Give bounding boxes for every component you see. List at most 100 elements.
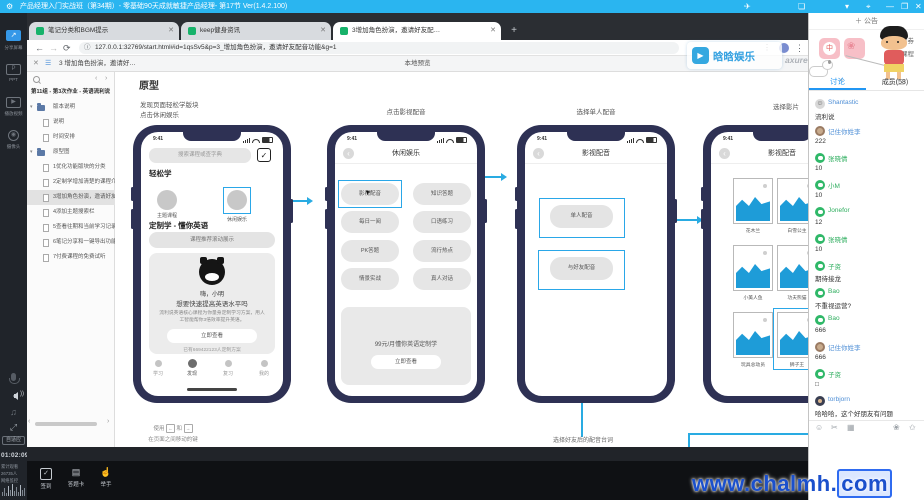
friend-dubbing-button[interactable]: 与好友配音 xyxy=(550,257,613,280)
browser-menu-icon[interactable]: ⋮ xyxy=(795,40,804,56)
tree-folder-version[interactable]: ▾ 版本说明 xyxy=(27,100,115,115)
raise-hand-button[interactable]: ☝ 举手 xyxy=(93,466,119,488)
page-icon xyxy=(43,119,49,127)
checkin-icon: ✓ xyxy=(40,468,52,480)
axure-logo: axure xyxy=(785,55,808,65)
new-tab-button[interactable]: + xyxy=(507,24,521,38)
microphone-icon[interactable] xyxy=(11,373,16,381)
search-bar[interactable]: 搜索课程或查字典 xyxy=(149,148,251,163)
tree-page-shuoming[interactable]: 说明 xyxy=(27,115,115,130)
tab-members[interactable]: 成员(58) xyxy=(866,77,924,87)
forward-icon[interactable]: → xyxy=(49,40,58,56)
step3-caption: 选择单人配音 xyxy=(536,108,656,118)
browser-tab-3-active[interactable]: 3增加角色扮演，邀请好友配… ✕ xyxy=(333,22,501,40)
grid-speaking[interactable]: 口语练习 xyxy=(413,211,471,233)
play-video-button[interactable]: ▶ 播放视频 xyxy=(0,90,27,117)
share-icon[interactable]: ❏ xyxy=(798,0,805,13)
promo-view-button[interactable]: 立即查看 xyxy=(371,355,441,369)
close-icon[interactable]: ✕ xyxy=(915,0,922,13)
grid-daily-read[interactable]: 每日一阅 xyxy=(341,211,399,233)
reload-icon[interactable]: ⟳ xyxy=(63,40,71,56)
chat-message: torbjorn哈哈哈，这个好朋友有问题 xyxy=(809,395,924,422)
tab-learn[interactable]: 学习 xyxy=(145,360,171,377)
tree-page-6[interactable]: 6笔记分享和一键导出功能 xyxy=(27,235,115,250)
tab-close-icon[interactable]: ✕ xyxy=(320,22,326,40)
image-icon[interactable]: ▦ xyxy=(847,423,855,432)
tab-discussion[interactable]: 讨论 xyxy=(809,76,866,87)
fit-mode-badge[interactable]: 自适应 xyxy=(2,436,25,445)
session-timer: 01:02:09 xyxy=(1,452,29,459)
dropdown-icon[interactable]: ▾ xyxy=(845,0,849,13)
tree-folder-prototype[interactable]: ▾ 原型图 xyxy=(27,145,115,160)
minimize-icon[interactable]: — xyxy=(886,0,894,13)
reward-icon[interactable]: ❀ xyxy=(893,423,900,432)
expand-icon[interactable]: ⤢ xyxy=(0,422,27,432)
browser-tab-1[interactable]: 笔记分类和BGM提示 ✕ xyxy=(29,22,179,40)
collapse-left-icon[interactable]: ‹ xyxy=(95,75,97,82)
share-screen-button[interactable]: ↗ 分享屏幕 xyxy=(0,24,27,51)
collapse-right-icon[interactable]: › xyxy=(105,75,107,82)
ppt-button[interactable]: P PPT xyxy=(0,57,27,83)
movie-card-mermaid[interactable] xyxy=(733,245,773,291)
page-icon xyxy=(43,134,49,142)
calendar-check-icon[interactable]: ✓ xyxy=(257,148,271,162)
tree-page-4[interactable]: 4添加主题搜索栏 xyxy=(27,205,115,220)
hscrollbar-thumb[interactable] xyxy=(35,422,97,426)
tab-discover-active[interactable]: 发现 xyxy=(179,359,205,377)
tab-favicon xyxy=(36,27,44,35)
hscroll-right-icon[interactable]: › xyxy=(107,418,109,425)
movie-card-mulan[interactable] xyxy=(733,178,773,224)
tree-page-3-selected[interactable]: 3增加角色扮演，邀请好友… xyxy=(27,190,115,205)
send-plane-icon[interactable]: ✈ xyxy=(744,0,751,13)
avatar xyxy=(815,126,825,136)
checkin-button[interactable]: ✓ 签到 xyxy=(33,466,59,490)
grid-live-chat[interactable]: 真人对话 xyxy=(413,268,471,290)
chat-message: 子资期待接龙 xyxy=(809,260,924,287)
phone-notch xyxy=(377,132,435,141)
grid-trending[interactable]: 流行热点 xyxy=(413,240,471,262)
active-tab-underline xyxy=(809,88,866,90)
category-leisure-icon[interactable] xyxy=(227,190,247,210)
grid-pk-quiz[interactable]: PK答题 xyxy=(341,240,399,262)
solo-dubbing-button[interactable]: 单人配音 xyxy=(550,205,613,228)
tab-mine[interactable]: 我的 xyxy=(251,360,277,377)
category-theme-icon[interactable] xyxy=(157,190,177,210)
movie-label: 狮子王 xyxy=(775,361,808,368)
movie-card-lionking[interactable] xyxy=(777,312,808,358)
enrolled-count: 已有669422123人定制方案 xyxy=(149,346,275,353)
tree-page-2[interactable]: 2定制学增加清楚的课程介… xyxy=(27,175,115,190)
course-banner[interactable]: 课程推荐滚动展示 xyxy=(149,232,275,248)
search-icon[interactable] xyxy=(33,76,40,83)
movie-card-kungfupanda[interactable] xyxy=(777,245,808,291)
tab-close-icon[interactable]: ✕ xyxy=(490,22,496,40)
camera-icon: ◉ xyxy=(8,130,19,141)
tab-close-icon[interactable]: ✕ xyxy=(168,22,174,40)
phone-side-button xyxy=(131,209,134,229)
back-icon[interactable]: ← xyxy=(35,40,44,56)
music-icon[interactable]: ♫ xyxy=(0,407,27,417)
movie-card-snowwhite[interactable] xyxy=(777,178,808,224)
scissors-icon[interactable]: ✂ xyxy=(831,423,838,432)
tree-page-7[interactable]: 7付费课程的免费试听 xyxy=(27,250,115,265)
tab-review[interactable]: 复习 xyxy=(215,360,241,377)
settings-icon[interactable]: ✩ xyxy=(909,423,916,432)
address-bar[interactable]: ⓘ 127.0.0.1:32769/start.html#id=1qsSv5&p… xyxy=(79,42,679,54)
site-watermark: www.chalmh.com xyxy=(692,471,892,497)
pin-icon[interactable]: ⌖ xyxy=(866,0,871,13)
info-icon[interactable]: ⓘ xyxy=(84,42,91,54)
browser-tab-2[interactable]: keep健身资讯 ✕ xyxy=(181,22,331,40)
axure-sidebar: ‹ › 第11组 - 第3次作业 - 英语流利说 ▾ 版本说明 说明 时间安排 … xyxy=(27,72,115,447)
tree-page-5[interactable]: 5查看往期和当前学习记录 xyxy=(27,220,115,235)
camera-button[interactable]: ◉ 摄像头 xyxy=(0,123,27,150)
tree-page-schedule[interactable]: 时间安排 xyxy=(27,130,115,145)
view-now-button[interactable]: 立即查看 xyxy=(167,329,257,343)
restore-icon[interactable]: ❐ xyxy=(901,0,908,13)
grid-quiz[interactable]: 知识答题 xyxy=(413,183,471,205)
speaker-icon[interactable] xyxy=(9,392,18,400)
tree-page-1[interactable]: 1优化功能版块的分类 xyxy=(27,160,115,175)
emoji-icon[interactable]: ☺ xyxy=(815,423,823,432)
movie-card-toystory[interactable] xyxy=(733,312,773,358)
grid-scenario[interactable]: 情景实战 xyxy=(341,268,399,290)
hscroll-left-icon[interactable]: ‹ xyxy=(28,418,30,425)
answer-card-button[interactable]: ▤ 答题卡 xyxy=(63,466,89,488)
